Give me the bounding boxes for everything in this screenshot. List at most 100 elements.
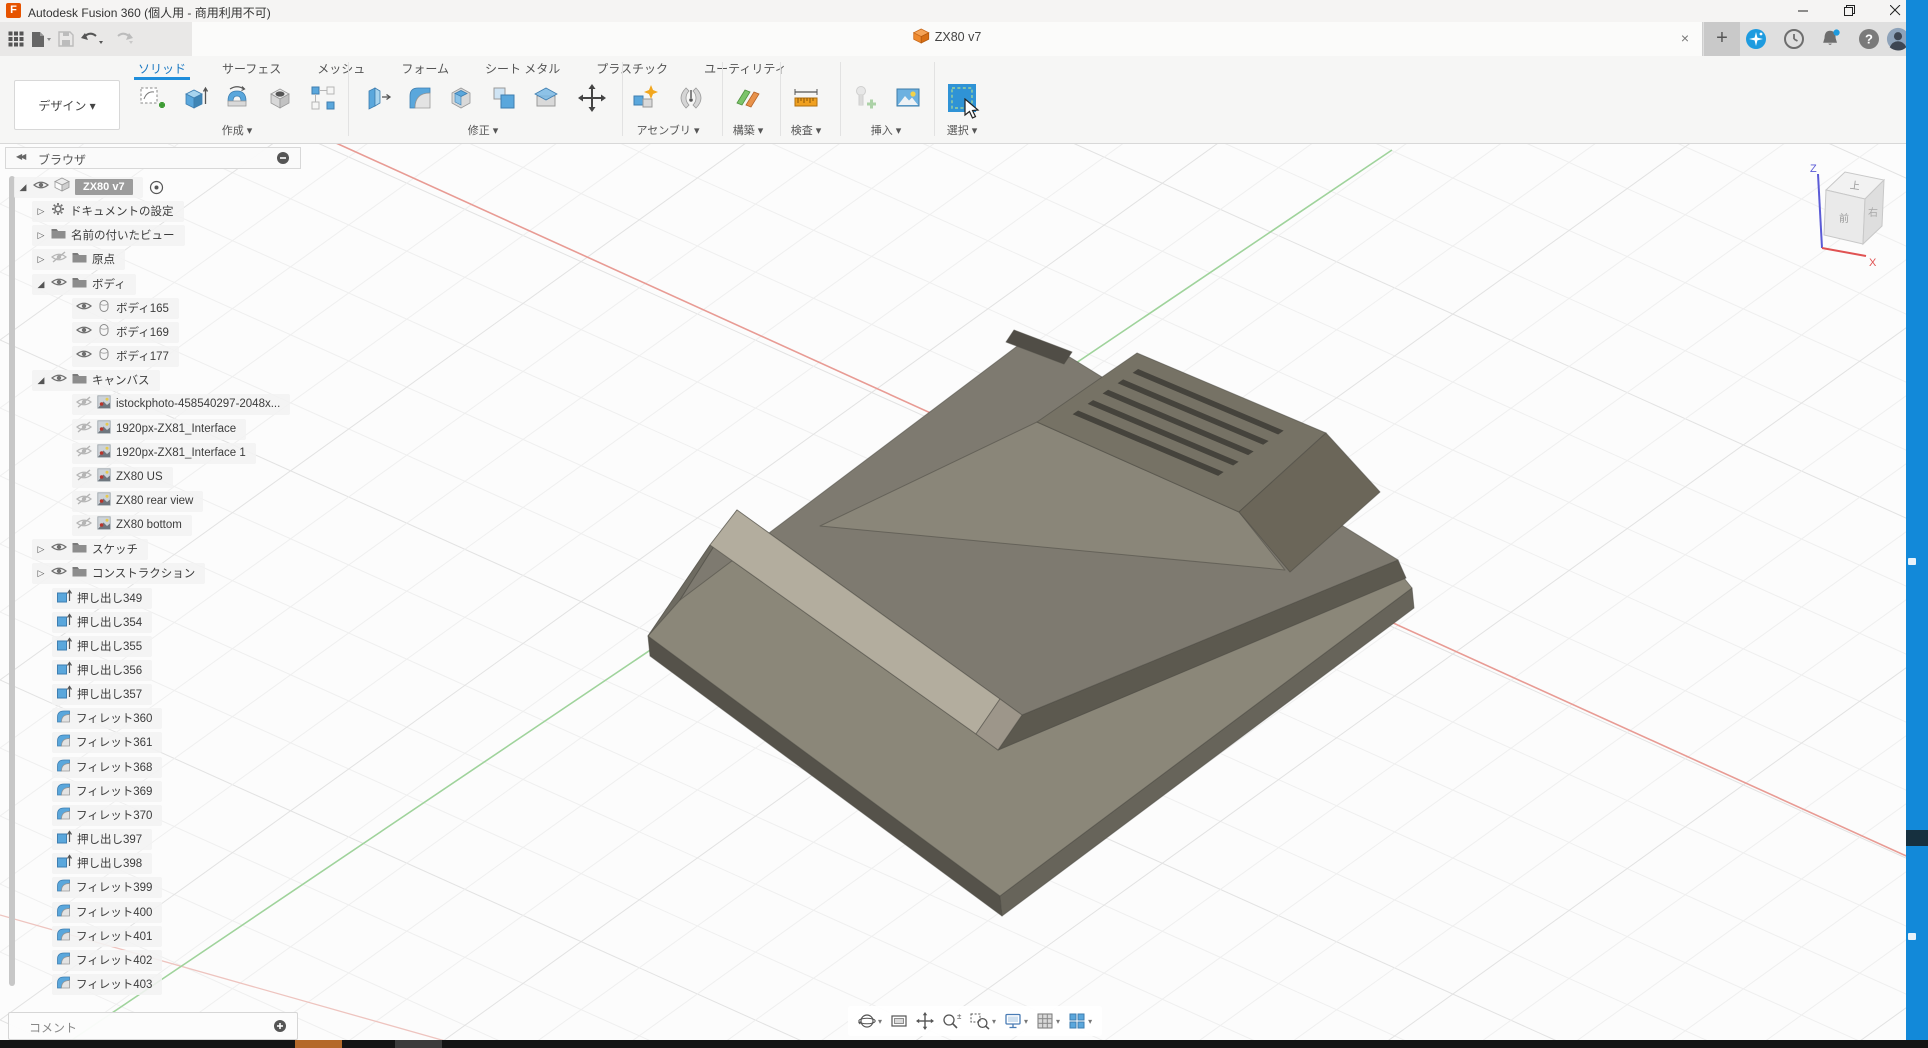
visibility-eye-off-icon[interactable] bbox=[76, 395, 92, 413]
pan-icon[interactable] bbox=[916, 1012, 934, 1030]
tree-item-label[interactable]: フィレット370 bbox=[76, 807, 152, 823]
visibility-eye-off-icon[interactable] bbox=[76, 492, 92, 510]
browser-tree-row[interactable]: 押し出し356 bbox=[52, 659, 152, 681]
browser-tree-row[interactable]: フィレット370 bbox=[52, 804, 162, 826]
ribbon-tab-solid[interactable]: ソリッド bbox=[134, 58, 190, 78]
tree-item-label[interactable]: ZX80 bottom bbox=[116, 519, 182, 531]
expander-closed-icon[interactable]: ▷ bbox=[36, 544, 46, 555]
tree-item-label[interactable]: コンストラクション bbox=[92, 565, 195, 581]
expander-closed-icon[interactable]: ▷ bbox=[36, 230, 46, 241]
ribbon-tab-6[interactable]: ユーティリティ bbox=[700, 58, 791, 78]
browser-tree-row[interactable]: フィレット361 bbox=[52, 731, 162, 753]
browser-tree-row[interactable]: ZX80 bottom bbox=[72, 514, 192, 536]
ribbon-tab-2[interactable]: メッシュ bbox=[313, 58, 369, 78]
tree-item-label[interactable]: フィレット402 bbox=[76, 952, 152, 968]
fillet-icon[interactable] bbox=[402, 80, 438, 116]
visibility-eye-icon[interactable] bbox=[76, 347, 92, 365]
minimize-button[interactable] bbox=[1786, 0, 1820, 22]
insert-fastener-icon[interactable] bbox=[846, 80, 882, 116]
tree-item-label[interactable]: 押し出し398 bbox=[77, 855, 142, 871]
extrude-icon[interactable] bbox=[177, 80, 213, 116]
ribbon-group-label[interactable]: 構築 ▾ bbox=[733, 122, 764, 138]
shell-icon[interactable] bbox=[444, 80, 480, 116]
browser-tree-row[interactable]: ▷ スケッチ bbox=[32, 538, 148, 560]
tree-item-label[interactable]: 押し出し355 bbox=[77, 638, 142, 654]
joint-icon[interactable] bbox=[673, 80, 709, 116]
new-component-icon[interactable] bbox=[627, 80, 663, 116]
press-pull-icon[interactable] bbox=[360, 80, 396, 116]
undo-icon[interactable] bbox=[80, 31, 104, 47]
browser-tree-row[interactable]: ◢キャンバス bbox=[32, 369, 160, 391]
redo-icon[interactable] bbox=[110, 31, 134, 47]
move-icon[interactable] bbox=[574, 80, 610, 116]
browser-tree-row[interactable]: 押し出し354 bbox=[52, 611, 152, 633]
new-tab-button[interactable]: + bbox=[1704, 22, 1740, 56]
grid-settings-icon[interactable]: ▾ bbox=[1036, 1012, 1060, 1030]
ribbon-group-label[interactable]: 作成 ▾ bbox=[222, 122, 253, 138]
browser-tree-row[interactable]: 1920px-ZX81_Interface bbox=[72, 418, 246, 440]
zoom-icon[interactable]: ± bbox=[942, 1012, 962, 1030]
browser-tree-row[interactable]: 押し出し349 bbox=[52, 587, 152, 609]
tree-item-label[interactable]: ボディ169 bbox=[116, 324, 169, 340]
ribbon-group-label[interactable]: 修正 ▾ bbox=[468, 122, 499, 138]
browser-tree-row[interactable]: ボディ177 bbox=[72, 345, 179, 367]
file-new-icon[interactable] bbox=[30, 31, 52, 48]
visibility-eye-icon[interactable] bbox=[51, 275, 67, 293]
document-tab-active[interactable]: ZX80 v7 × bbox=[192, 22, 1703, 56]
split-icon[interactable] bbox=[528, 80, 564, 116]
pattern-icon[interactable] bbox=[305, 80, 341, 116]
hole-icon[interactable] bbox=[263, 80, 299, 116]
viewports-icon[interactable]: ▾ bbox=[1068, 1012, 1092, 1030]
tab-close-icon[interactable]: × bbox=[1676, 29, 1694, 47]
browser-panel-header[interactable]: ◀◀ ブラウザ bbox=[5, 147, 301, 169]
visibility-eye-icon[interactable] bbox=[51, 540, 67, 558]
browser-tree-row[interactable]: 押し出し355 bbox=[52, 635, 152, 657]
visibility-eye-icon[interactable] bbox=[33, 178, 49, 196]
visibility-eye-off-icon[interactable] bbox=[76, 516, 92, 534]
browser-tree-row[interactable]: ▷名前の付いたビュー bbox=[32, 224, 185, 246]
tree-item-label[interactable]: フィレット368 bbox=[76, 759, 152, 775]
browser-collapse-icon[interactable]: ◀◀ bbox=[16, 152, 24, 161]
save-icon[interactable] bbox=[58, 31, 74, 47]
tree-item-label[interactable]: ZX80 rear view bbox=[116, 495, 193, 507]
browser-tree-row[interactable]: フィレット402 bbox=[52, 949, 162, 971]
ribbon-group-label[interactable]: 挿入 ▾ bbox=[871, 122, 902, 138]
tree-item-label[interactable]: 1920px-ZX81_Interface bbox=[116, 423, 236, 435]
tree-item-label[interactable]: ボディ165 bbox=[116, 300, 169, 316]
notifications-icon[interactable] bbox=[1819, 27, 1843, 51]
browser-scrollbar[interactable] bbox=[9, 176, 15, 986]
extensions-icon[interactable] bbox=[1744, 27, 1768, 51]
browser-tree-row[interactable]: フィレット401 bbox=[52, 925, 162, 947]
browser-tree-row[interactable]: istockphoto-458540297-2048x... bbox=[72, 393, 290, 415]
tree-item-label[interactable]: ドキュメントの設定 bbox=[70, 203, 174, 219]
display-settings-icon[interactable]: ▾ bbox=[1004, 1012, 1028, 1030]
create-sketch-icon[interactable] bbox=[134, 80, 170, 116]
visibility-eye-off-icon[interactable] bbox=[51, 250, 67, 268]
activate-component-icon[interactable] bbox=[149, 180, 164, 195]
browser-tree-row[interactable]: 押し出し397 bbox=[52, 828, 152, 850]
tree-item-label[interactable]: フィレット401 bbox=[76, 928, 152, 944]
viewport-canvas[interactable]: ZX上前右 bbox=[0, 143, 1928, 1040]
browser-tree-row[interactable]: ▷原点 bbox=[32, 248, 125, 270]
tree-item-label[interactable]: フィレット369 bbox=[76, 783, 152, 799]
tree-item-label[interactable]: ZX80 US bbox=[116, 471, 163, 483]
tree-item-label[interactable]: ZX80 v7 bbox=[75, 179, 133, 195]
measure-icon[interactable] bbox=[788, 80, 824, 116]
tree-item-label[interactable]: スケッチ bbox=[92, 541, 138, 557]
visibility-eye-icon[interactable] bbox=[76, 323, 92, 341]
browser-tree-row[interactable]: フィレット403 bbox=[52, 973, 162, 995]
browser-tree-row[interactable]: ZX80 US bbox=[72, 466, 173, 488]
tree-item-label[interactable]: ボディ bbox=[92, 276, 126, 292]
workspace-selector[interactable]: デザイン ▾ bbox=[14, 80, 120, 130]
visibility-eye-off-icon[interactable] bbox=[76, 468, 92, 486]
browser-tree-row[interactable]: フィレット360 bbox=[52, 707, 162, 729]
add-comment-icon[interactable] bbox=[273, 1019, 287, 1038]
ribbon-group-label[interactable]: 検査 ▾ bbox=[791, 122, 822, 138]
expander-open-icon[interactable]: ◢ bbox=[36, 375, 46, 386]
expander-closed-icon[interactable]: ▷ bbox=[36, 206, 46, 217]
ribbon-tab-1[interactable]: サーフェス bbox=[218, 58, 285, 78]
visibility-eye-off-icon[interactable] bbox=[76, 444, 92, 462]
visibility-eye-icon[interactable] bbox=[51, 371, 67, 389]
tree-item-label[interactable]: フィレット361 bbox=[76, 734, 152, 750]
tree-item-label[interactable]: 押し出し354 bbox=[77, 614, 142, 630]
